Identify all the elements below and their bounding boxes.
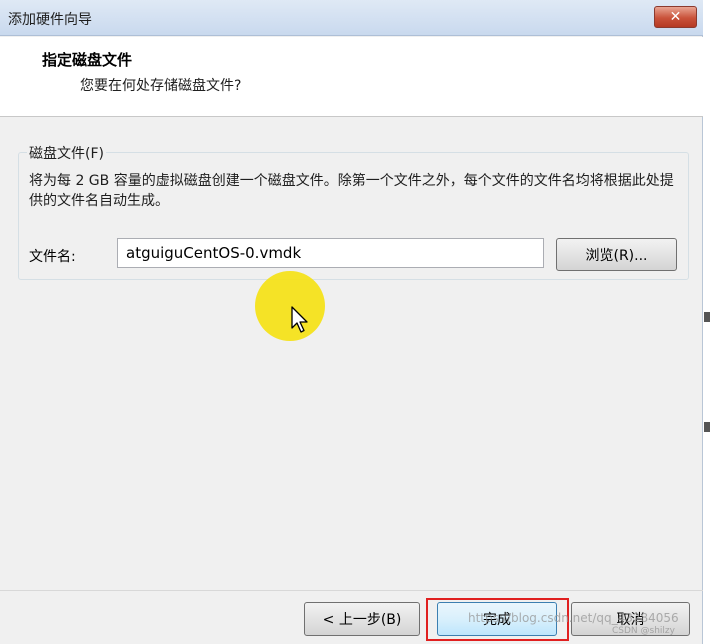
back-button[interactable]: < 上一步(B) [304,602,420,636]
file-name-input[interactable] [117,238,544,268]
disk-file-group-legend: 磁盘文件(F) [27,143,106,163]
background-window-edge [703,0,712,644]
edge-mark [704,312,710,322]
wizard-window: 添加硬件向导 ✕ 指定磁盘文件 您要在何处存储磁盘文件? 磁盘文件(F) 将为每… [0,0,703,644]
page-subtitle: 您要在何处存储磁盘文件? [80,78,242,94]
edge-mark [704,422,710,432]
page-title: 指定磁盘文件 [42,51,133,69]
window-title: 添加硬件向导 [8,12,92,28]
title-bar[interactable]: 添加硬件向导 ✕ [0,0,703,36]
file-name-label: 文件名: [29,249,76,265]
disk-file-description: 将为每 2 GB 容量的虚拟磁盘创建一个磁盘文件。除第一个文件之外，每个文件的文… [29,173,674,209]
watermark-url: https://blog.csdn.net/qq_43284056 [468,611,679,625]
mouse-pointer-icon [291,306,308,333]
close-button[interactable]: ✕ [654,6,697,28]
bottom-separator [0,590,703,591]
watermark-author: CSDN @shilzy [612,626,675,636]
close-icon: ✕ [669,9,682,25]
wizard-header: 指定磁盘文件 您要在何处存储磁盘文件? [0,37,703,117]
browse-button[interactable]: 浏览(R)... [556,238,677,271]
